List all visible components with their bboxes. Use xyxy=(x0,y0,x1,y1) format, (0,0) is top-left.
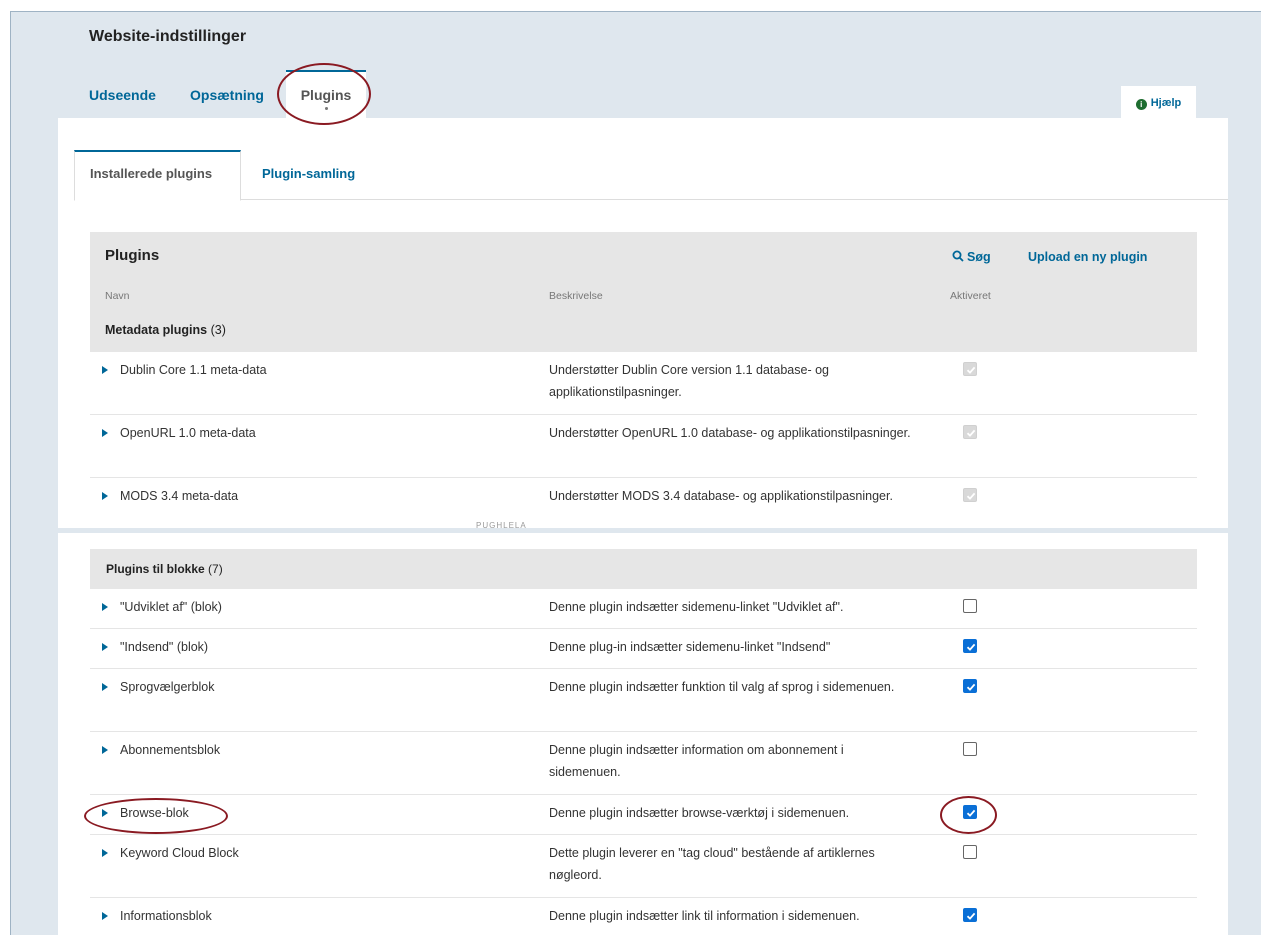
expand-arrow-icon[interactable] xyxy=(102,746,108,754)
app-window: Website-indstillinger Udseende Opsætning… xyxy=(0,0,1261,935)
plugins-grid-header: Plugins Søg Upload en ny plugin Navn Bes… xyxy=(90,232,1197,352)
grid-title: Plugins xyxy=(105,247,160,264)
category-blocks-count: (7) xyxy=(208,562,223,576)
search-label: Søg xyxy=(967,250,991,264)
enable-checkbox[interactable] xyxy=(963,679,977,693)
table-row: Dublin Core 1.1 meta-data Understøtter D… xyxy=(90,352,1197,415)
plugin-name-label: Abonnementsblok xyxy=(120,743,221,757)
plugin-name-label: Dublin Core 1.1 meta-data xyxy=(120,363,267,377)
expand-arrow-icon[interactable] xyxy=(102,603,108,611)
plugin-name-label: Informationsblok xyxy=(120,909,212,923)
table-row: MODS 3.4 meta-data Understøtter MODS 3.4… xyxy=(90,478,1197,528)
page-title: Website-indstillinger xyxy=(89,28,247,45)
tab-udseende[interactable]: Udseende xyxy=(89,70,156,120)
enable-checkbox[interactable] xyxy=(963,599,977,613)
category-metadata-title: Metadata plugins (3) xyxy=(105,323,226,337)
help-button[interactable]: i Hjælp xyxy=(1121,86,1196,118)
enable-checkbox xyxy=(963,488,977,502)
plugin-description: Denne plugin indsætter browse-værktøj i … xyxy=(549,806,850,820)
plugin-name[interactable]: Abonnementsblok xyxy=(102,743,220,757)
plugin-name[interactable]: Informationsblok xyxy=(102,909,212,923)
table-row: "Udviklet af" (blok) Denne plugin indsæt… xyxy=(90,589,1197,629)
annotation-circle-browse-blok xyxy=(84,798,228,834)
enable-checkbox[interactable] xyxy=(963,639,977,653)
upload-plugin-button[interactable]: Upload en ny plugin xyxy=(1028,250,1147,264)
info-icon: i xyxy=(1135,99,1147,110)
plugin-name-label: "Udviklet af" (blok) xyxy=(120,600,222,614)
table-row: Keyword Cloud Block Dette plugin leverer… xyxy=(90,835,1197,898)
expand-arrow-icon[interactable] xyxy=(102,429,108,437)
plugin-name-label: MODS 3.4 meta-data xyxy=(120,489,239,503)
annotation-circle-plugins-tab xyxy=(277,63,371,125)
enable-checkbox[interactable] xyxy=(963,742,977,756)
table-row: Sprogvælgerblok Denne plugin indsætter f… xyxy=(90,669,1197,732)
column-header-enabled: Aktiveret xyxy=(950,290,991,302)
search-icon xyxy=(952,250,964,262)
enable-checkbox[interactable] xyxy=(963,845,977,859)
plugin-description: Denne plugin indsætter sidemenu-linket "… xyxy=(549,600,844,614)
expand-arrow-icon[interactable] xyxy=(102,643,108,651)
plugin-name[interactable]: Sprogvælgerblok xyxy=(102,680,215,694)
table-row: "Indsend" (blok) Denne plug-in indsætter… xyxy=(90,629,1197,669)
category-metadata-count: (3) xyxy=(210,323,226,337)
plugin-description: Denne plugin indsætter link til informat… xyxy=(549,909,860,923)
plugin-name[interactable]: "Indsend" (blok) xyxy=(102,640,208,654)
tab-opsaetning[interactable]: Opsætning xyxy=(190,70,264,120)
plugin-subtabs: Installerede plugins Plugin-samling xyxy=(74,150,1228,201)
category-metadata-label: Metadata plugins xyxy=(105,323,208,337)
plugin-description: Denne plug-in indsætter sidemenu-linket … xyxy=(549,640,831,654)
plugin-name-label: Sprogvælgerblok xyxy=(120,680,215,694)
plugin-description: Denne plugin indsætter information om ab… xyxy=(549,743,844,779)
plugin-name-label: OpenURL 1.0 meta-data xyxy=(120,426,256,440)
column-header-description: Beskrivelse xyxy=(549,290,603,302)
plugin-name[interactable]: Keyword Cloud Block xyxy=(102,846,239,860)
plugin-description: Denne plugin indsætter funktion til valg… xyxy=(549,680,895,694)
plugin-description: Understøtter MODS 3.4 database- og appli… xyxy=(549,489,893,503)
table-row: Browse-blok Denne plugin indsætter brows… xyxy=(90,795,1197,835)
category-blocks-title: Plugins til blokke (7) xyxy=(106,562,223,576)
expand-arrow-icon[interactable] xyxy=(102,492,108,500)
plugin-name[interactable]: OpenURL 1.0 meta-data xyxy=(102,426,256,440)
tab-installed-plugins[interactable]: Installerede plugins xyxy=(74,150,241,201)
search-button[interactable]: Søg xyxy=(952,250,991,264)
table-row: Informationsblok Denne plugin indsætter … xyxy=(90,898,1197,935)
enable-checkbox[interactable] xyxy=(963,908,977,922)
category-blocks-header: Plugins til blokke (7) xyxy=(90,549,1197,589)
tab-plugin-gallery[interactable]: Plugin-samling xyxy=(262,150,355,200)
column-header-name: Navn xyxy=(105,290,130,302)
plugin-description: Understøtter Dublin Core version 1.1 dat… xyxy=(549,363,830,399)
expand-arrow-icon[interactable] xyxy=(102,912,108,920)
enable-checkbox xyxy=(963,425,977,439)
plugin-description: Dette plugin leverer en "tag cloud" best… xyxy=(549,846,875,882)
plugin-name[interactable]: MODS 3.4 meta-data xyxy=(102,489,238,503)
expand-arrow-icon[interactable] xyxy=(102,366,108,374)
annotation-circle-browse-checkbox xyxy=(940,796,997,834)
cut-text-fragment: PUGHLELA xyxy=(476,521,527,530)
table-row: OpenURL 1.0 meta-data Understøtter OpenU… xyxy=(90,415,1197,478)
category-blocks-label: Plugins til blokke xyxy=(106,562,205,576)
plugin-name-label: Keyword Cloud Block xyxy=(120,846,239,860)
expand-arrow-icon[interactable] xyxy=(102,849,108,857)
plugin-description: Understøtter OpenURL 1.0 database- og ap… xyxy=(549,426,911,440)
expand-arrow-icon[interactable] xyxy=(102,683,108,691)
plugin-name[interactable]: "Udviklet af" (blok) xyxy=(102,600,222,614)
help-label: Hjælp xyxy=(1150,97,1182,109)
plugin-name-label: "Indsend" (blok) xyxy=(120,640,209,654)
table-row: Abonnementsblok Denne plugin indsætter i… xyxy=(90,732,1197,795)
enable-checkbox xyxy=(963,362,977,376)
plugin-name[interactable]: Dublin Core 1.1 meta-data xyxy=(102,363,267,377)
